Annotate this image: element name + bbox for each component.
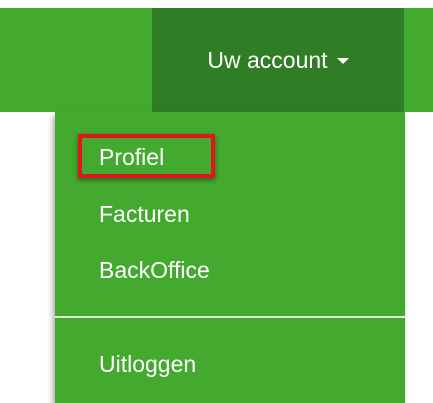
caret-down-icon: [336, 58, 349, 64]
menu-divider: [55, 316, 405, 318]
account-toggle-label: Uw account: [207, 46, 328, 73]
menu-item-backoffice[interactable]: BackOffice: [99, 256, 210, 284]
account-dropdown-menu: Profiel Facturen BackOffice Uitloggen: [55, 112, 405, 403]
menu-item-profiel[interactable]: Profiel: [99, 143, 164, 171]
menu-item-facturen[interactable]: Facturen: [99, 200, 190, 228]
account-dropdown-toggle[interactable]: Uw account: [152, 8, 404, 112]
menu-item-uitloggen[interactable]: Uitloggen: [99, 350, 196, 378]
